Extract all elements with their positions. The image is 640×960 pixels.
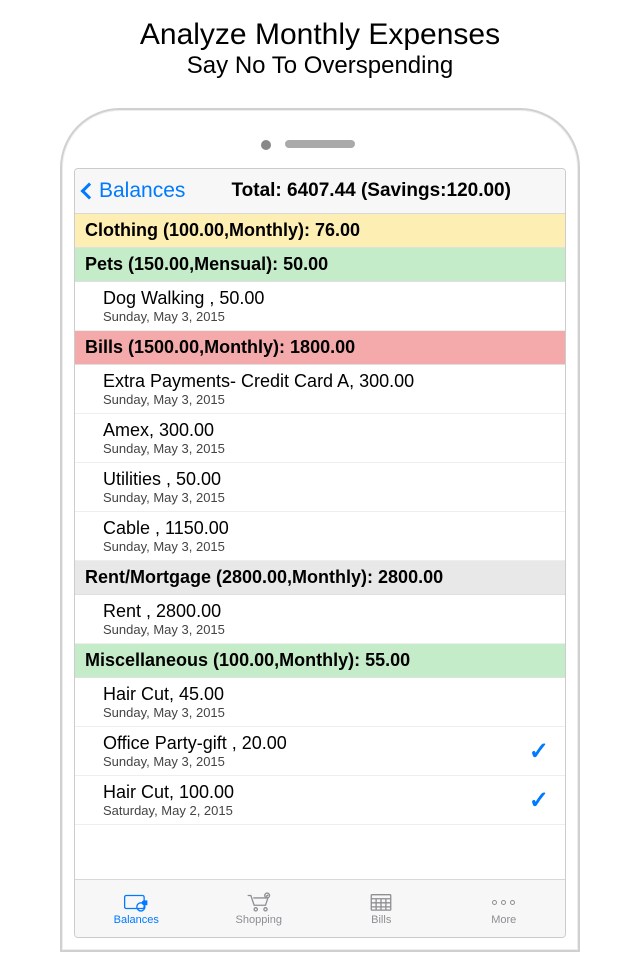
chevron-left-icon [81, 183, 98, 200]
expense-date: Sunday, May 3, 2015 [103, 705, 559, 720]
expense-date: Sunday, May 3, 2015 [103, 539, 559, 554]
category-header[interactable]: Clothing (100.00,Monthly): 76.00 [75, 214, 565, 248]
phone-frame: Balances Total: 6407.44 (Savings:120.00)… [60, 108, 580, 952]
category-header[interactable]: Bills (1500.00,Monthly): 1800.00 [75, 331, 565, 365]
expense-row[interactable]: Cable , 1150.00Sunday, May 3, 2015 [75, 512, 565, 561]
calendar-icon [368, 891, 394, 913]
tab-shopping[interactable]: Shopping [198, 880, 321, 937]
tab-more[interactable]: More [443, 880, 566, 937]
expense-title: Rent , 2800.00 [103, 601, 559, 622]
expense-row[interactable]: Hair Cut, 100.00Saturday, May 2, 2015✓ [75, 776, 565, 825]
tab-label: Shopping [236, 914, 283, 926]
expense-row[interactable]: Hair Cut, 45.00Sunday, May 3, 2015 [75, 678, 565, 727]
expense-list[interactable]: Clothing (100.00,Monthly): 76.00Pets (15… [75, 214, 565, 879]
tab-label: Bills [371, 914, 391, 926]
tab-bills[interactable]: Bills [320, 880, 443, 937]
category-header[interactable]: Miscellaneous (100.00,Monthly): 55.00 [75, 644, 565, 678]
expense-title: Cable , 1150.00 [103, 518, 559, 539]
expense-date: Sunday, May 3, 2015 [103, 754, 529, 769]
checkmark-icon: ✓ [529, 786, 549, 815]
promo-subtitle: Say No To Overspending [0, 52, 640, 80]
expense-date: Sunday, May 3, 2015 [103, 441, 559, 456]
checkmark-icon: ✓ [529, 737, 549, 766]
phone-hardware-top [74, 122, 566, 168]
expense-row[interactable]: Office Party-gift , 20.00Sunday, May 3, … [75, 727, 565, 776]
camera-dot [261, 140, 271, 150]
category-header[interactable]: Rent/Mortgage (2800.00,Monthly): 2800.00 [75, 561, 565, 595]
expense-title: Dog Walking , 50.00 [103, 288, 559, 309]
wallet-icon [123, 891, 149, 913]
expense-row[interactable]: Dog Walking , 50.00Sunday, May 3, 2015 [75, 282, 565, 331]
promo-header: Analyze Monthly Expenses Say No To Overs… [0, 0, 640, 90]
expense-title: Amex, 300.00 [103, 420, 559, 441]
back-button[interactable]: Balances [83, 179, 185, 203]
expense-date: Sunday, May 3, 2015 [103, 392, 559, 407]
phone-screen: Balances Total: 6407.44 (Savings:120.00)… [74, 168, 566, 938]
expense-date: Sunday, May 3, 2015 [103, 490, 559, 505]
tab-balances[interactable]: Balances [75, 880, 198, 937]
expense-title: Extra Payments- Credit Card A, 300.00 [103, 371, 559, 392]
promo-title: Analyze Monthly Expenses [0, 18, 640, 52]
speaker-slot [285, 140, 355, 148]
expense-title: Office Party-gift , 20.00 [103, 733, 529, 754]
expense-title: Hair Cut, 45.00 [103, 684, 559, 705]
more-icon [492, 891, 515, 913]
expense-row[interactable]: Extra Payments- Credit Card A, 300.00Sun… [75, 365, 565, 414]
tab-label: More [491, 914, 516, 926]
expense-date: Sunday, May 3, 2015 [103, 309, 559, 324]
expense-date: Sunday, May 3, 2015 [103, 622, 559, 637]
expense-title: Utilities , 50.00 [103, 469, 559, 490]
nav-bar: Balances Total: 6407.44 (Savings:120.00) [75, 169, 565, 214]
tab-label: Balances [114, 914, 159, 926]
expense-row[interactable]: Utilities , 50.00Sunday, May 3, 2015 [75, 463, 565, 512]
expense-row[interactable]: Rent , 2800.00Sunday, May 3, 2015 [75, 595, 565, 644]
cart-icon [246, 891, 272, 913]
expense-title: Hair Cut, 100.00 [103, 782, 529, 803]
nav-title: Total: 6407.44 (Savings:120.00) [189, 180, 557, 202]
category-header[interactable]: Pets (150.00,Mensual): 50.00 [75, 248, 565, 282]
expense-row[interactable]: Amex, 300.00Sunday, May 3, 2015 [75, 414, 565, 463]
tab-bar: Balances Shopping Bills [75, 879, 565, 937]
back-label: Balances [99, 179, 185, 203]
expense-date: Saturday, May 2, 2015 [103, 803, 529, 818]
